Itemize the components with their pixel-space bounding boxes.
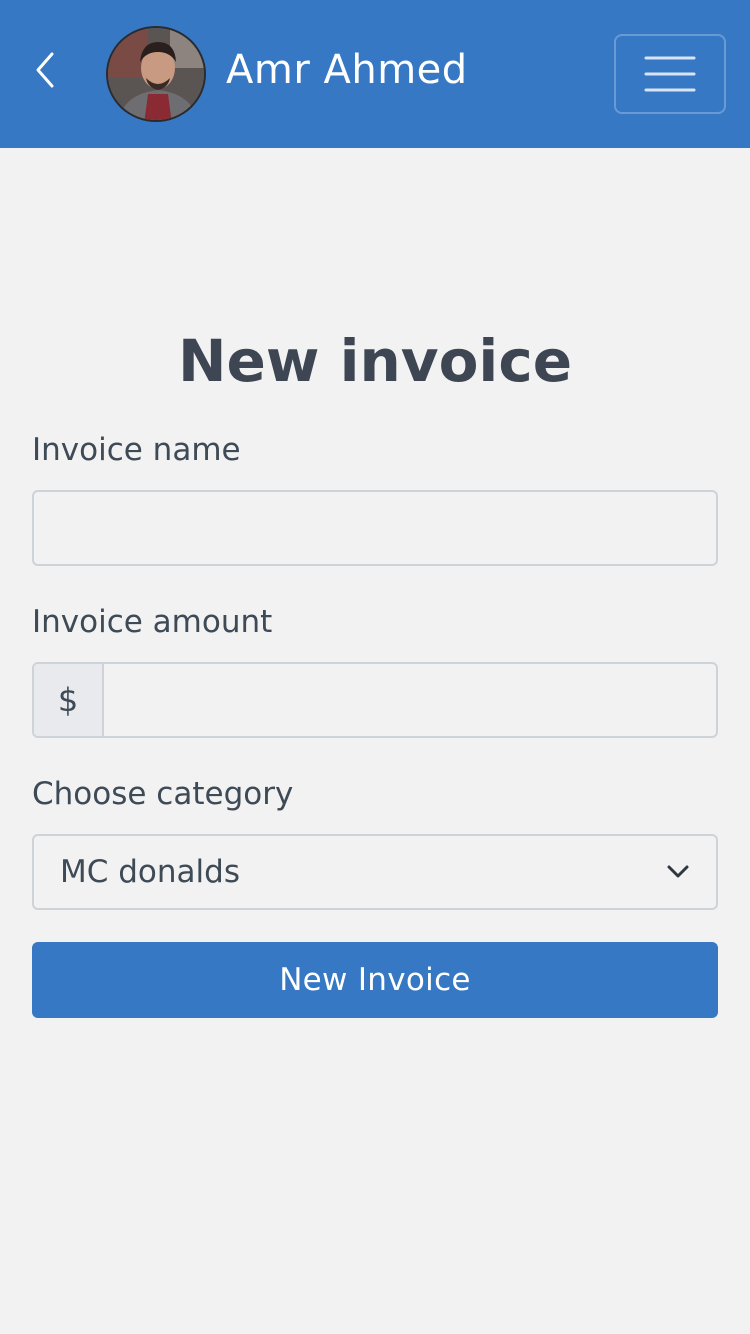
hamburger-menu-icon: [644, 56, 696, 92]
category-selected-value: MC donalds: [60, 854, 240, 890]
category-select[interactable]: MC donalds: [32, 834, 718, 910]
currency-addon: $: [34, 664, 104, 736]
page-title: New invoice: [177, 327, 573, 395]
avatar[interactable]: [106, 26, 206, 122]
back-button[interactable]: [20, 40, 70, 100]
user-photo: [108, 28, 204, 120]
chevron-down-icon: [667, 865, 689, 878]
invoice-amount-input[interactable]: [104, 664, 716, 736]
invoice-amount-field-wrapper: $: [32, 662, 718, 738]
top-navbar: Amr Ahmed: [0, 0, 750, 148]
user-name: Amr Ahmed: [226, 47, 468, 93]
invoice-name-input[interactable]: [34, 492, 716, 564]
chevron-left-icon: [36, 52, 54, 88]
new-invoice-button[interactable]: New Invoice: [32, 942, 718, 1018]
invoice-name-label: Invoice name: [32, 432, 241, 468]
invoice-name-field-wrapper: [32, 490, 718, 566]
category-label: Choose category: [32, 776, 294, 812]
invoice-amount-label: Invoice amount: [32, 604, 273, 640]
menu-toggle-button[interactable]: [614, 34, 726, 114]
